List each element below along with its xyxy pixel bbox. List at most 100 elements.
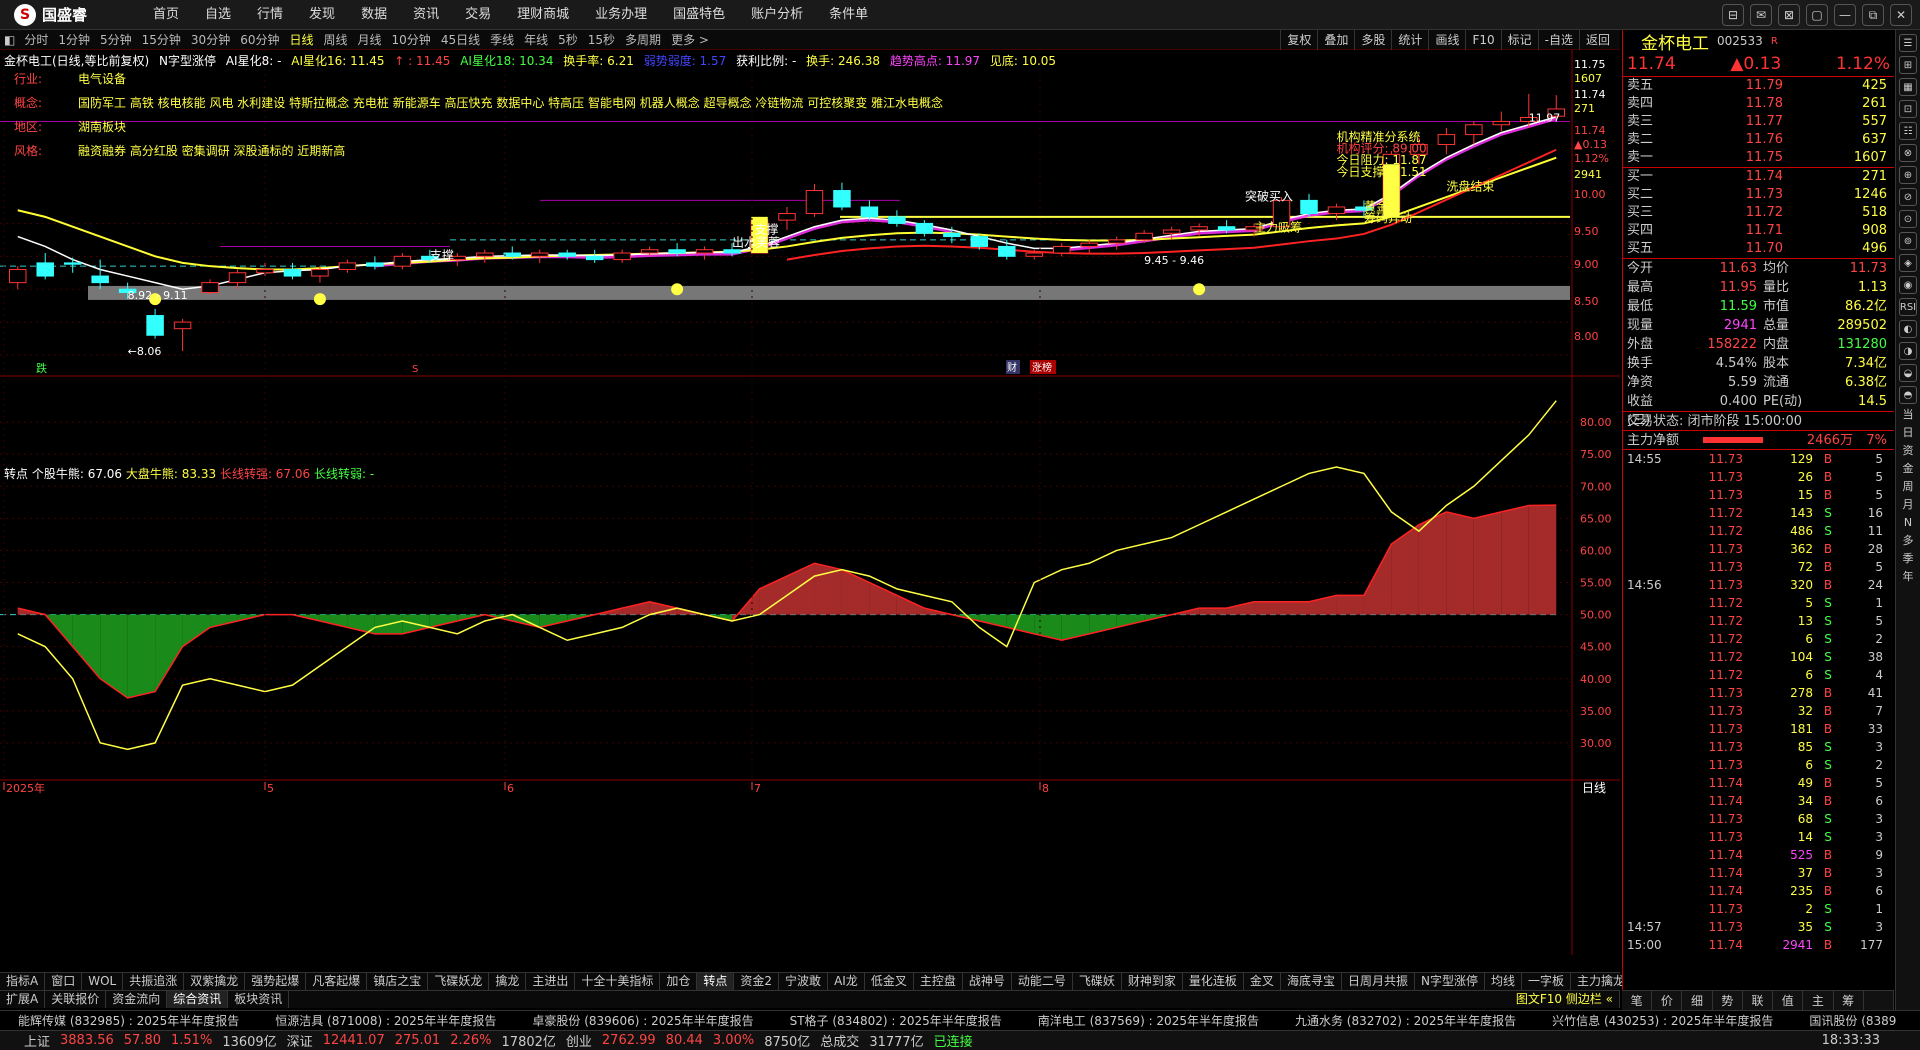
ask-row[interactable]: 卖五 11.79 425	[1623, 77, 1894, 95]
tool-button-6[interactable]: 标记	[1500, 29, 1538, 50]
period-tab-11[interactable]: 季线	[485, 30, 519, 50]
news-item[interactable]: 九通水务 (832702) : 2025年半年度报告	[1277, 1011, 1534, 1030]
indicator-tab-11[interactable]: 十全十美指标	[575, 973, 661, 990]
ask-row[interactable]: 卖一 11.75 1607	[1623, 149, 1894, 167]
menu-item-11[interactable]: 条件单	[816, 0, 881, 30]
side-tool-icon-2[interactable]: ▦	[1899, 78, 1917, 96]
indicator-tab-6[interactable]: 凡客起爆	[306, 973, 368, 990]
tool-button-8[interactable]: 返回	[1578, 29, 1616, 50]
menu-item-8[interactable]: 业务办理	[582, 0, 660, 30]
quote-tab-1[interactable]: 价	[1652, 991, 1683, 1010]
ask-row[interactable]: 卖四 11.78 261	[1623, 95, 1894, 113]
tool-button-4[interactable]: 画线	[1428, 29, 1465, 50]
window-control-icon-3[interactable]: ▢	[1806, 4, 1828, 26]
sz-label[interactable]: 深证	[287, 1031, 313, 1050]
indicator-tab-9[interactable]: 擒龙	[489, 973, 527, 990]
period-tab-13[interactable]: 5秒	[553, 30, 583, 50]
quote-tab-2[interactable]: 细	[1682, 991, 1713, 1010]
indicator-tab-18[interactable]: 主控盘	[914, 973, 963, 990]
menu-item-2[interactable]: 行情	[244, 0, 296, 30]
indicator-tab-25[interactable]: 海底寻宝	[1281, 973, 1342, 990]
side-tool-icon-4[interactable]: ☷	[1899, 122, 1917, 140]
side-tool-icon-5[interactable]: ⊗	[1899, 144, 1917, 162]
indicator-tab-28[interactable]: 均线	[1485, 973, 1522, 990]
indicator-tab-26[interactable]: 日周月共振	[1342, 973, 1415, 990]
menu-item-4[interactable]: 数据	[348, 0, 400, 30]
indicator-tab-15[interactable]: 宁波敢	[779, 973, 829, 990]
quote-tab-6[interactable]: 主	[1803, 991, 1834, 1010]
side-text-9[interactable]: 年	[1903, 570, 1914, 584]
menu-item-10[interactable]: 账户分析	[738, 0, 816, 30]
period-tab-8[interactable]: 月线	[353, 30, 387, 50]
news-item[interactable]: 兴竹信息 (430253) : 2025年半年度报告	[1534, 1011, 1791, 1030]
window-control-icon-4[interactable]: —	[1834, 4, 1856, 26]
period-tab-2[interactable]: 5分钟	[95, 30, 137, 50]
period-tab-15[interactable]: 多周期	[620, 30, 666, 50]
bid-row[interactable]: 买五 11.70 496	[1623, 240, 1894, 258]
indicator-tab-23[interactable]: 量化连板	[1183, 973, 1244, 990]
side-tool-icon-3[interactable]: ⊡	[1899, 100, 1917, 118]
side-tool-icon-6[interactable]: ⊕	[1899, 166, 1917, 184]
indicator-tab-19[interactable]: 战神号	[963, 973, 1012, 990]
menu-item-3[interactable]: 发现	[296, 0, 348, 30]
window-control-icon-6[interactable]: ✕	[1890, 4, 1912, 26]
indicator-tab-21[interactable]: 飞碟妖	[1073, 973, 1122, 990]
indicator-tab-3[interactable]: 共振追涨	[123, 973, 185, 990]
window-control-icon-2[interactable]: ⊠	[1778, 4, 1800, 26]
indicator-tab-20[interactable]: 动能二号	[1012, 973, 1073, 990]
bid-row[interactable]: 买三 11.72 518	[1623, 204, 1894, 222]
menu-item-0[interactable]: 首页	[140, 0, 192, 30]
quote-tab-5[interactable]: 值	[1773, 991, 1804, 1010]
side-tool-icon-16[interactable]: ◓	[1899, 386, 1917, 404]
side-text-6[interactable]: N	[1904, 516, 1912, 530]
tool-button-1[interactable]: 叠加	[1317, 29, 1354, 50]
side-tool-icon-15[interactable]: ◒	[1899, 364, 1917, 382]
indicator-tab-10[interactable]: 主进出	[526, 973, 576, 990]
tool-button-0[interactable]: 复权	[1280, 29, 1317, 50]
period-tab-10[interactable]: 45日线	[436, 30, 485, 50]
chart-area[interactable]: 支撑 出水芙蓉 支撑 8.92 - 9.11 ←8.06 9.45 - 9.46 主力吸筹洗…	[0, 50, 1620, 955]
cy-label[interactable]: 创业	[566, 1031, 592, 1050]
sh-label[interactable]: 上证	[0, 1031, 50, 1050]
period-tab-14[interactable]: 15秒	[583, 30, 620, 50]
indicator-tab-8[interactable]: 飞碟妖龙	[428, 973, 490, 990]
indicator-tab-4[interactable]: 双紫擒龙	[184, 973, 246, 990]
indicator-tab-13[interactable]: 转点	[697, 973, 735, 990]
sidebar-toggle[interactable]: 图文F10 侧边栏 «	[1510, 991, 1620, 1008]
indicator-tab-7[interactable]: 镇店之宝	[367, 973, 429, 990]
tool-button-2[interactable]: 多股	[1354, 29, 1391, 50]
side-text-5[interactable]: 月	[1903, 498, 1914, 512]
indicator-tab-22[interactable]: 财神到家	[1122, 973, 1183, 990]
tick-list[interactable]: 14:55 11.73 129 B 5 11.73 26 B 5 11.73 15 B 5 11.72 14…	[1623, 449, 1894, 954]
side-tool-icon-9[interactable]: ⊚	[1899, 232, 1917, 250]
side-text-2[interactable]: 资	[1903, 444, 1914, 458]
side-tool-icon-8[interactable]: ⊙	[1899, 210, 1917, 228]
side-tool-icon-12[interactable]: RSI	[1899, 298, 1917, 316]
window-control-icon-5[interactable]: ⧉	[1862, 4, 1884, 26]
side-text-8[interactable]: 季	[1903, 552, 1914, 566]
bid-row[interactable]: 买二 11.73 1246	[1623, 186, 1894, 204]
side-tool-icon-14[interactable]: ◑	[1899, 342, 1917, 360]
news-item[interactable]: 卓豪股份 (839606) : 2025年半年度报告	[514, 1011, 771, 1030]
side-text-4[interactable]: 周	[1903, 480, 1914, 494]
app-logo[interactable]: S 国盛睿	[0, 3, 140, 26]
period-tab-12[interactable]: 年线	[519, 30, 553, 50]
quote-tab-7[interactable]: 筹	[1834, 991, 1864, 1010]
side-tool-icon-7[interactable]: ⊘	[1899, 188, 1917, 206]
news-item[interactable]: 国讯股份 (8389	[1791, 1011, 1914, 1030]
window-control-icon-0[interactable]: ⊟	[1722, 4, 1744, 26]
ask-row[interactable]: 卖二 11.76 637	[1623, 131, 1894, 149]
side-tool-icon-10[interactable]: ◈	[1899, 254, 1917, 272]
side-text-7[interactable]: 多	[1903, 534, 1914, 548]
indicator-tab-16[interactable]: AI龙	[828, 973, 865, 990]
menu-item-9[interactable]: 国盛特色	[660, 0, 738, 30]
indicator-tab-14[interactable]: 资金2	[734, 973, 780, 990]
toggle-icon[interactable]: ◧	[0, 33, 19, 47]
menu-item-5[interactable]: 资讯	[400, 0, 452, 30]
period-tab-6[interactable]: 日线	[284, 30, 318, 50]
news-item[interactable]: 能辉传媒 (832985) : 2025年半年度报告	[0, 1011, 257, 1030]
tool-button-7[interactable]: -自选	[1537, 29, 1579, 50]
period-tab-0[interactable]: 分时	[19, 30, 53, 50]
indicator-tab-29[interactable]: 一字板	[1522, 973, 1571, 990]
indicator-tab-0[interactable]: 指标A	[0, 973, 46, 990]
